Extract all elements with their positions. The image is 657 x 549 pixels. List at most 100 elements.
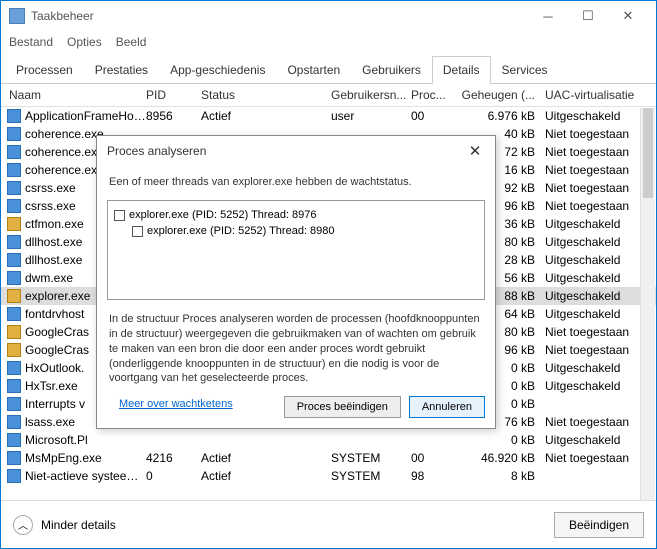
menu-file[interactable]: Bestand bbox=[9, 35, 53, 49]
cell-proc: 00 bbox=[411, 451, 461, 465]
col-user[interactable]: Gebruikersn... bbox=[331, 88, 411, 102]
chevron-up-icon[interactable]: ︿ bbox=[13, 515, 33, 535]
tabs: Processen Prestaties App-geschiedenis Op… bbox=[1, 55, 656, 84]
cell-proc: 00 bbox=[411, 109, 461, 123]
cell-uac: Niet toegestaan bbox=[541, 451, 656, 465]
process-icon bbox=[7, 109, 21, 123]
tree-item-child[interactable]: explorer.exe (PID: 5252) Thread: 8980 bbox=[114, 223, 478, 239]
dialog-close-icon[interactable]: ✕ bbox=[465, 142, 485, 160]
cell-uac: Uitgeschakeld bbox=[541, 433, 656, 447]
tab-apphistory[interactable]: App-geschiedenis bbox=[159, 56, 276, 84]
col-name[interactable]: Naam bbox=[1, 88, 146, 102]
process-icon bbox=[7, 397, 21, 411]
cell-mem: 6.976 kB bbox=[461, 109, 541, 123]
menu-options[interactable]: Opties bbox=[67, 35, 102, 49]
cell-name: MsMpEng.exe bbox=[25, 451, 146, 465]
scrollbar[interactable] bbox=[640, 108, 655, 501]
end-process-button[interactable]: Proces beëindigen bbox=[284, 396, 401, 418]
cell-uac: Uitgeschakeld bbox=[541, 379, 656, 393]
cell-uac: Uitgeschakeld bbox=[541, 307, 656, 321]
tab-processes[interactable]: Processen bbox=[5, 56, 84, 84]
titlebar: Taakbeheer ─ ☐ ✕ bbox=[1, 1, 656, 31]
tree-item-root[interactable]: explorer.exe (PID: 5252) Thread: 8976 bbox=[114, 207, 478, 223]
process-icon bbox=[7, 163, 21, 177]
process-icon bbox=[7, 433, 21, 447]
table-row[interactable]: Niet-actieve systeem...0ActiefSYSTEM988 … bbox=[1, 467, 656, 485]
process-icon bbox=[7, 217, 21, 231]
process-icon bbox=[7, 379, 21, 393]
cell-uac: Uitgeschakeld bbox=[541, 289, 656, 303]
dialog-description: In de structuur Proces analyseren worden… bbox=[97, 308, 495, 390]
tab-services[interactable]: Services bbox=[491, 56, 559, 84]
scrollbar-thumb[interactable] bbox=[643, 108, 653, 198]
fewer-details-label[interactable]: Minder details bbox=[41, 518, 116, 532]
end-task-button[interactable]: Beëindigen bbox=[554, 512, 644, 538]
analyze-wait-chain-dialog: Proces analyseren ✕ Een of meer threads … bbox=[96, 135, 496, 429]
column-headers: Naam PID Status Gebruikersn... Proc... G… bbox=[1, 84, 656, 107]
wait-chains-link[interactable]: Meer over wachtketens bbox=[107, 396, 245, 418]
cell-uac: Niet toegestaan bbox=[541, 181, 656, 195]
footer: ︿ Minder details Beëindigen bbox=[1, 500, 656, 548]
table-row[interactable]: MsMpEng.exe4216ActiefSYSTEM0046.920 kBNi… bbox=[1, 449, 656, 467]
cell-user: SYSTEM bbox=[331, 469, 411, 483]
process-icon bbox=[7, 361, 21, 375]
app-icon bbox=[9, 8, 25, 24]
table-row[interactable]: ApplicationFrameHos...8956Actiefuser006.… bbox=[1, 107, 656, 125]
cell-uac: Uitgeschakeld bbox=[541, 217, 656, 231]
tab-users[interactable]: Gebruikers bbox=[351, 56, 432, 84]
cell-user: SYSTEM bbox=[331, 451, 411, 465]
process-icon bbox=[7, 307, 21, 321]
minimize-button[interactable]: ─ bbox=[528, 1, 568, 31]
process-icon bbox=[7, 271, 21, 285]
col-status[interactable]: Status bbox=[201, 88, 331, 102]
process-icon bbox=[7, 325, 21, 339]
process-icon bbox=[7, 469, 21, 483]
cell-uac: Niet toegestaan bbox=[541, 343, 656, 357]
cell-uac: Niet toegestaan bbox=[541, 163, 656, 177]
cell-mem: 8 kB bbox=[461, 469, 541, 483]
process-icon bbox=[7, 415, 21, 429]
col-pid[interactable]: PID bbox=[146, 88, 201, 102]
cell-mem: 0 kB bbox=[461, 433, 541, 447]
process-icon bbox=[7, 127, 21, 141]
cell-uac: Uitgeschakeld bbox=[541, 253, 656, 267]
cell-pid: 0 bbox=[146, 469, 201, 483]
process-icon bbox=[7, 199, 21, 213]
cell-name: Niet-actieve systeem... bbox=[25, 469, 146, 483]
checkbox[interactable] bbox=[114, 210, 125, 221]
cell-pid: 4216 bbox=[146, 451, 201, 465]
cell-status: Actief bbox=[201, 109, 331, 123]
wait-chain-tree[interactable]: explorer.exe (PID: 5252) Thread: 8976 ex… bbox=[107, 200, 485, 300]
tab-performance[interactable]: Prestaties bbox=[84, 56, 159, 84]
cell-status: Actief bbox=[201, 451, 331, 465]
cell-uac: Niet toegestaan bbox=[541, 127, 656, 141]
col-proc[interactable]: Proc... bbox=[411, 88, 461, 102]
cell-mem: 46.920 kB bbox=[461, 451, 541, 465]
menu-view[interactable]: Beeld bbox=[116, 35, 147, 49]
dialog-title: Proces analyseren bbox=[107, 144, 206, 158]
process-icon bbox=[7, 181, 21, 195]
cell-uac: Niet toegestaan bbox=[541, 415, 656, 429]
cell-uac: Niet toegestaan bbox=[541, 145, 656, 159]
cancel-button[interactable]: Annuleren bbox=[409, 396, 485, 418]
cell-uac: Niet toegestaan bbox=[541, 199, 656, 213]
cell-status: Actief bbox=[201, 469, 331, 483]
checkbox[interactable] bbox=[132, 226, 143, 237]
cell-uac: Uitgeschakeld bbox=[541, 361, 656, 375]
tab-details[interactable]: Details bbox=[432, 56, 491, 84]
cell-uac: Uitgeschakeld bbox=[541, 271, 656, 285]
process-icon bbox=[7, 343, 21, 357]
cell-pid: 8956 bbox=[146, 109, 201, 123]
cell-uac: Niet toegestaan bbox=[541, 325, 656, 339]
tab-startup[interactable]: Opstarten bbox=[276, 56, 351, 84]
maximize-button[interactable]: ☐ bbox=[568, 1, 608, 31]
table-row[interactable]: Microsoft.Pl 0 kBUitgeschakeld bbox=[1, 431, 656, 449]
close-button[interactable]: ✕ bbox=[608, 1, 648, 31]
col-uac[interactable]: UAC-virtualisatie bbox=[541, 88, 656, 102]
process-icon bbox=[7, 289, 21, 303]
col-mem[interactable]: Geheugen (... bbox=[461, 88, 541, 102]
cell-name: ApplicationFrameHos... bbox=[25, 109, 146, 123]
menubar: Bestand Opties Beeld bbox=[1, 31, 656, 53]
cell-name: Microsoft.Pl bbox=[25, 433, 146, 447]
process-icon bbox=[7, 235, 21, 249]
